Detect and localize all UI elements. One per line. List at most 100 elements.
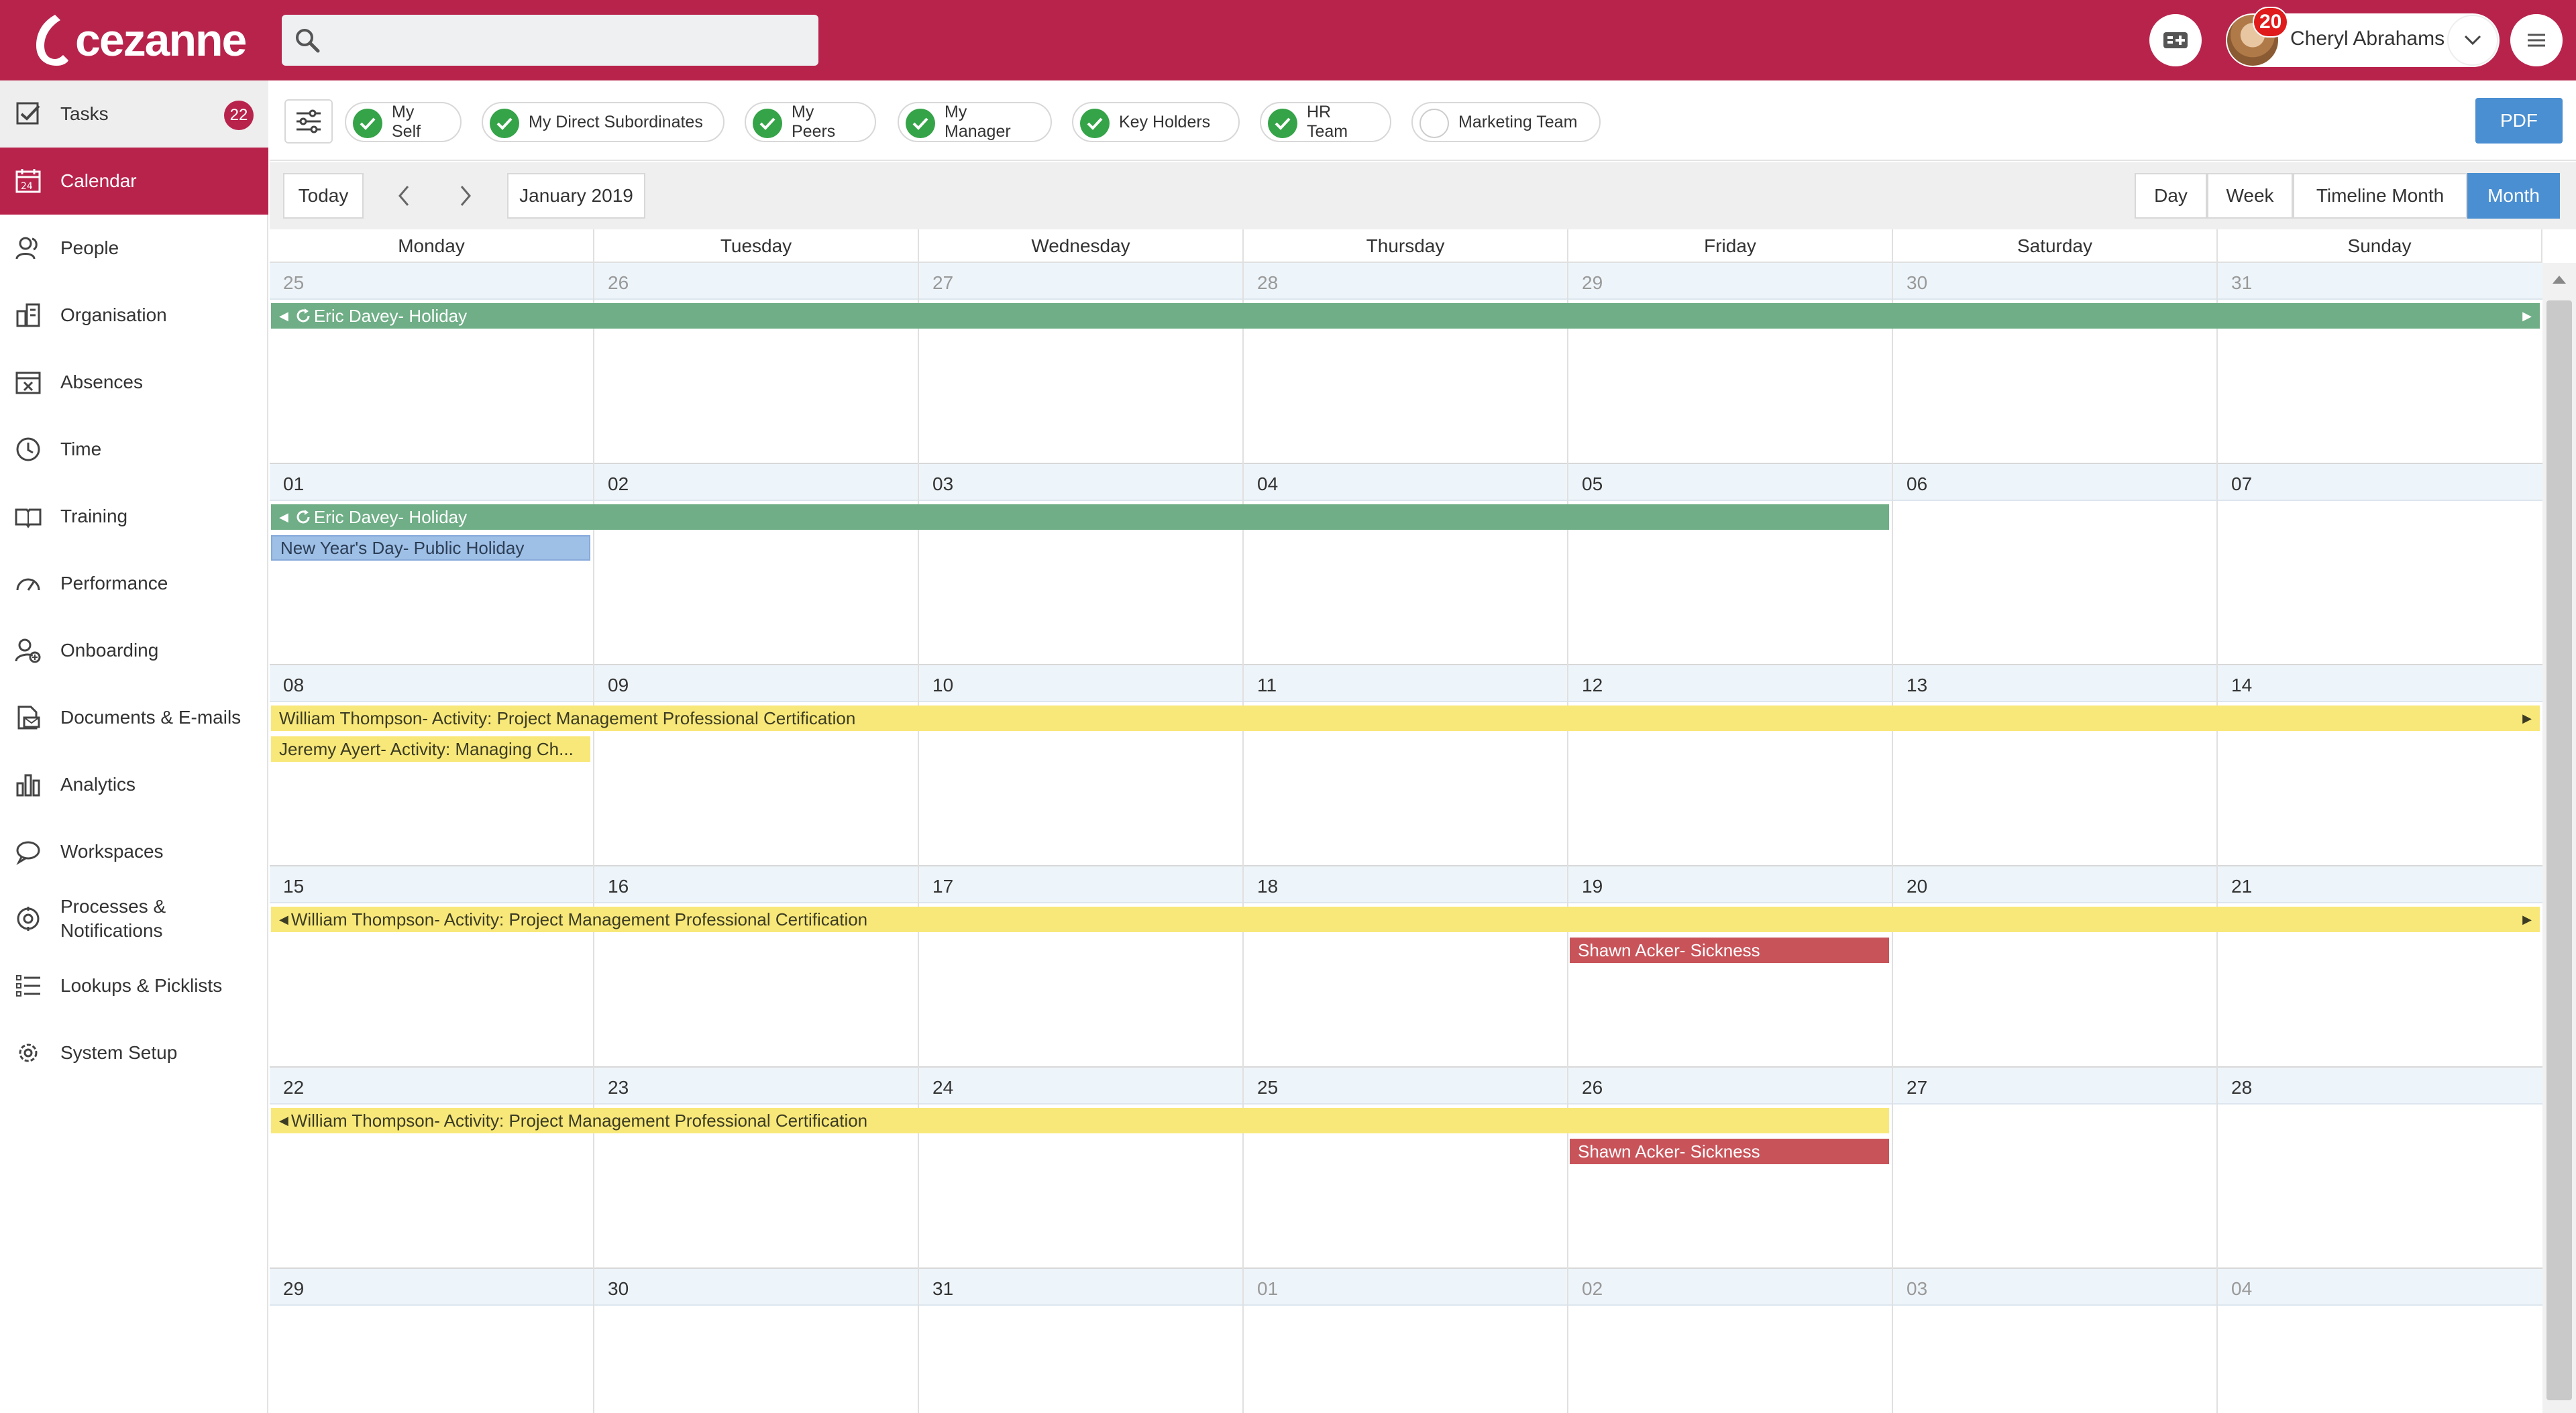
view-button-month[interactable]: Month: [2467, 173, 2560, 219]
main-menu-button[interactable]: [2510, 14, 2563, 66]
filter-chip[interactable]: My Peers: [745, 102, 876, 142]
check-circle-icon[interactable]: [1080, 109, 1110, 138]
calendar-event[interactable]: ◀ William Thompson- Activity: Project Man…: [271, 1108, 1889, 1133]
calendar-scrollbar[interactable]: [2542, 263, 2576, 1413]
day-number[interactable]: 02: [1582, 1278, 1603, 1300]
view-button-timeline-month[interactable]: Timeline Month: [2293, 173, 2467, 219]
calendar-event[interactable]: ◀ Eric Davey- Holiday: [271, 504, 1889, 530]
calendar-event[interactable]: Shawn Acker- Sickness: [1570, 938, 1889, 963]
day-number[interactable]: 08: [283, 675, 304, 696]
day-number[interactable]: 26: [1582, 1077, 1603, 1098]
day-number[interactable]: 19: [1582, 876, 1603, 897]
day-cell[interactable]: [2218, 1105, 2541, 1267]
search-input[interactable]: [282, 15, 818, 66]
day-cell[interactable]: [2218, 501, 2541, 664]
day-number[interactable]: 16: [608, 876, 629, 897]
filter-chip[interactable]: My Direct Subordinates: [482, 102, 724, 142]
day-number[interactable]: 13: [1907, 675, 1927, 696]
today-button[interactable]: Today: [283, 173, 364, 219]
check-circle-icon[interactable]: [906, 109, 935, 138]
filter-chip[interactable]: My Self: [345, 102, 462, 142]
add-widget-button[interactable]: [2149, 14, 2202, 66]
day-number[interactable]: 25: [1257, 1077, 1278, 1098]
pdf-export-button[interactable]: PDF: [2475, 98, 2563, 144]
sidebar-item-analytics[interactable]: Analytics: [0, 751, 268, 818]
day-number[interactable]: 03: [1907, 1278, 1927, 1300]
calendar-event[interactable]: ◀ William Thompson- Activity: Project Man…: [271, 907, 2540, 932]
empty-circle-icon[interactable]: [1419, 109, 1449, 138]
day-number[interactable]: 22: [283, 1077, 304, 1098]
filter-settings-button[interactable]: [284, 99, 333, 144]
check-circle-icon[interactable]: [753, 109, 782, 138]
day-number[interactable]: 24: [932, 1077, 953, 1098]
day-number[interactable]: 05: [1582, 473, 1603, 495]
sidebar-item-system-setup[interactable]: System Setup: [0, 1019, 268, 1086]
sidebar-item-tasks[interactable]: Tasks 22: [0, 80, 268, 148]
sidebar-item-absences[interactable]: Absences: [0, 349, 268, 416]
day-number[interactable]: 29: [1582, 272, 1603, 294]
filter-chip[interactable]: HR Team: [1260, 102, 1391, 142]
day-number[interactable]: 12: [1582, 675, 1603, 696]
sidebar-item-calendar[interactable]: 24 Calendar: [0, 148, 268, 215]
day-number[interactable]: 03: [932, 473, 953, 495]
check-circle-icon[interactable]: [490, 109, 519, 138]
day-number[interactable]: 02: [608, 473, 629, 495]
day-cell[interactable]: [594, 1306, 918, 1413]
day-cell[interactable]: [1893, 1306, 2216, 1413]
sidebar-item-documents[interactable]: Documents & E-mails: [0, 684, 268, 751]
sidebar-item-training[interactable]: Training: [0, 483, 268, 550]
check-circle-icon[interactable]: [353, 109, 382, 138]
day-number[interactable]: 31: [2231, 272, 2252, 294]
day-number[interactable]: 26: [608, 272, 629, 294]
sidebar-item-time[interactable]: Time: [0, 416, 268, 483]
day-number[interactable]: 17: [932, 876, 953, 897]
day-cell[interactable]: [1893, 501, 2216, 664]
day-number[interactable]: 29: [283, 1278, 304, 1300]
calendar-event[interactable]: William Thompson- Activity: Project Mana…: [271, 705, 2540, 731]
day-number[interactable]: 10: [932, 675, 953, 696]
day-number[interactable]: 01: [1257, 1278, 1278, 1300]
day-number[interactable]: 27: [932, 272, 953, 294]
day-number[interactable]: 30: [608, 1278, 629, 1300]
calendar-event[interactable]: Shawn Acker- Sickness: [1570, 1139, 1889, 1164]
filter-chip[interactable]: My Manager: [898, 102, 1052, 142]
day-number[interactable]: 30: [1907, 272, 1927, 294]
filter-chip[interactable]: Key Holders: [1072, 102, 1240, 142]
day-number[interactable]: 01: [283, 473, 304, 495]
calendar-event[interactable]: New Year's Day- Public Holiday: [271, 535, 590, 561]
sidebar-item-organisation[interactable]: Organisation: [0, 282, 268, 349]
day-number[interactable]: 06: [1907, 473, 1927, 495]
day-number[interactable]: 09: [608, 675, 629, 696]
day-number[interactable]: 07: [2231, 473, 2252, 495]
sidebar-item-lookups[interactable]: Lookups & Picklists: [0, 952, 268, 1019]
user-menu[interactable]: 20 Cheryl Abrahams: [2226, 7, 2500, 67]
month-picker[interactable]: January 2019: [507, 173, 645, 219]
day-number[interactable]: 04: [2231, 1278, 2252, 1300]
day-number[interactable]: 04: [1257, 473, 1278, 495]
sidebar-item-onboarding[interactable]: Onboarding: [0, 617, 268, 684]
calendar-event[interactable]: ◀ Eric Davey- Holiday ▶: [271, 303, 2540, 329]
view-button-week[interactable]: Week: [2207, 173, 2293, 219]
day-number[interactable]: 11: [1257, 675, 1277, 696]
notification-badge[interactable]: 20: [2253, 7, 2289, 38]
filter-chip[interactable]: Marketing Team: [1411, 102, 1601, 142]
day-number[interactable]: 27: [1907, 1077, 1927, 1098]
day-number[interactable]: 28: [2231, 1077, 2252, 1098]
previous-month-button[interactable]: [386, 178, 421, 213]
scroll-up-button[interactable]: [2542, 263, 2576, 296]
day-number[interactable]: 31: [932, 1278, 953, 1300]
day-number[interactable]: 21: [2231, 876, 2252, 897]
check-circle-icon[interactable]: [1268, 109, 1297, 138]
scroll-thumb[interactable]: [2546, 300, 2572, 1400]
day-number[interactable]: 18: [1257, 876, 1278, 897]
sidebar-item-workspaces[interactable]: Workspaces: [0, 818, 268, 885]
sidebar-item-processes[interactable]: Processes & Notifications: [0, 885, 268, 952]
calendar-event[interactable]: Jeremy Ayert- Activity: Managing Ch...: [271, 736, 590, 762]
day-number[interactable]: 15: [283, 876, 304, 897]
day-number[interactable]: 23: [608, 1077, 629, 1098]
view-button-day[interactable]: Day: [2135, 173, 2207, 219]
day-cell[interactable]: [1244, 1306, 1567, 1413]
day-number[interactable]: 25: [283, 272, 304, 294]
day-cell[interactable]: [1893, 1105, 2216, 1267]
day-cell[interactable]: [919, 1306, 1242, 1413]
